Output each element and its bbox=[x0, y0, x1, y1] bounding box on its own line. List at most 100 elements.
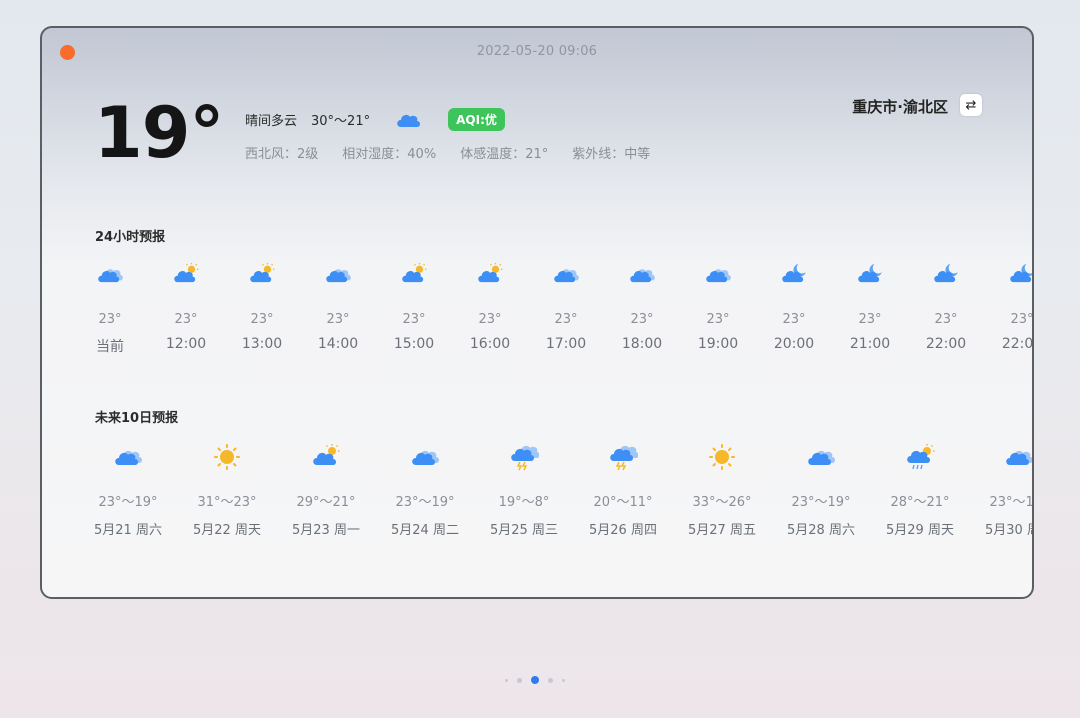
hourly-temp: 23° bbox=[934, 312, 958, 327]
hourly-time: 22:00 bbox=[925, 336, 967, 352]
uv-detail: 紫外线：中等 bbox=[572, 147, 651, 162]
hourly-temp: 23° bbox=[706, 312, 730, 327]
datetime-label: 2022-05-20 09:06 bbox=[476, 44, 598, 59]
hourly-time: 21:00 bbox=[849, 336, 891, 352]
partly-sunny-icon bbox=[478, 262, 503, 283]
partly-sunny-icon bbox=[313, 444, 340, 465]
hourly-temp: 23° bbox=[174, 312, 198, 327]
daily-item: 29°～21° 5月23 周一 bbox=[276, 443, 376, 538]
hourly-item: 23° 17:00 bbox=[528, 262, 604, 352]
feels-like-detail: 体感温度：21° bbox=[460, 147, 549, 162]
current-condition-row: 晴间多云 30°～21° AQI:优 bbox=[245, 108, 505, 131]
daily-item: 31°～23° 5月22 周天 bbox=[177, 443, 277, 538]
hourly-item: 23° 18:00 bbox=[604, 262, 680, 352]
hourly-time: 12:00 bbox=[165, 336, 207, 352]
daily-forecast-title: 未来10日预报 bbox=[95, 411, 179, 426]
location-name: 重庆市·渝北区 bbox=[852, 98, 948, 116]
current-temperature: 19° bbox=[94, 92, 224, 174]
cloudy-icon bbox=[554, 269, 579, 283]
hourly-time: 14:00 bbox=[317, 336, 359, 352]
daily-date: 5月28 周六 bbox=[787, 523, 855, 538]
hourly-temp: 23° bbox=[326, 312, 350, 327]
daily-range: 29°～21° bbox=[296, 495, 356, 510]
cloudy-icon bbox=[412, 450, 439, 465]
daily-date: 5月23 周一 bbox=[292, 523, 360, 538]
switch-location-button[interactable]: ⇄ bbox=[960, 94, 982, 116]
hourly-forecast-title: 24小时预报 bbox=[95, 230, 166, 245]
hourly-time: 20:00 bbox=[773, 336, 815, 352]
cloudy-night-icon bbox=[1010, 263, 1032, 283]
daily-forecast-list[interactable]: 23°～19° 5月21 周六 31°～23° 5月22 周天 29°～21° 5月23 … bbox=[78, 443, 1032, 543]
daily-date: 5月29 周天 bbox=[886, 523, 954, 538]
daily-date: 5月21 周六 bbox=[94, 523, 162, 538]
page-dot[interactable] bbox=[531, 676, 539, 684]
hourly-item: 23° 22:00 bbox=[908, 262, 984, 352]
daily-item: 23°～19° 5月21 周六 bbox=[78, 443, 178, 538]
daily-range: 20°～11° bbox=[593, 495, 653, 510]
daily-range: 33°～26° bbox=[692, 495, 752, 510]
hourly-item: 23° 15:00 bbox=[376, 262, 452, 352]
sunny-icon bbox=[214, 444, 240, 470]
daily-item: 23°～19° 5月28 周六 bbox=[771, 443, 871, 538]
page-indicator[interactable] bbox=[505, 676, 565, 684]
hourly-time: 19:00 bbox=[697, 336, 739, 352]
hourly-time: 22:00 bbox=[1001, 336, 1032, 352]
hourly-temp: 23° bbox=[98, 312, 122, 327]
cloudy-icon bbox=[706, 269, 731, 283]
hourly-temp: 23° bbox=[250, 312, 274, 327]
cloud-icon bbox=[397, 114, 421, 127]
daily-item: 23°～19° 5月30 周日 bbox=[969, 443, 1032, 538]
aqi-badge: AQI:优 bbox=[448, 108, 505, 131]
hourly-item: 23° 16:00 bbox=[452, 262, 528, 352]
daily-date: 5月27 周五 bbox=[688, 523, 756, 538]
cloudy-icon bbox=[115, 450, 142, 465]
page-dot[interactable] bbox=[505, 678, 508, 682]
hourly-item: 23° 22:00 bbox=[984, 262, 1032, 352]
daily-range: 23°～19° bbox=[791, 495, 851, 510]
hourly-item: 23° 20:00 bbox=[756, 262, 832, 352]
daily-item: 33°～26° 5月27 周五 bbox=[672, 443, 772, 538]
daily-range: 23°～19° bbox=[395, 495, 455, 510]
hourly-temp: 23° bbox=[402, 312, 426, 327]
page-dot[interactable] bbox=[562, 678, 565, 682]
hourly-forecast-list[interactable]: 23° 当前 23° 12:00 23° 13:00 23° 14:00 23° 15:00 23°… bbox=[72, 262, 1032, 362]
weather-window: 2022-05-20 09:06 19° 晴间多云 30°～21° AQI:优 … bbox=[40, 26, 1034, 599]
hourly-temp: 23° bbox=[478, 312, 502, 327]
daily-date: 5月25 周三 bbox=[490, 523, 558, 538]
hourly-temp: 23° bbox=[782, 312, 806, 327]
partly-sunny-icon bbox=[174, 262, 199, 283]
humidity-detail: 相对湿度：40% bbox=[342, 147, 437, 162]
hourly-item: 23° 当前 bbox=[72, 262, 148, 356]
page-dot[interactable] bbox=[517, 677, 522, 683]
cloudy-icon bbox=[808, 450, 835, 465]
cloudy-icon bbox=[326, 269, 351, 283]
cloudy-night-icon bbox=[858, 263, 882, 283]
daily-date: 5月24 周二 bbox=[391, 523, 459, 538]
cloudy-icon bbox=[98, 269, 123, 283]
hourly-time: 15:00 bbox=[393, 336, 435, 352]
hourly-item: 23° 21:00 bbox=[832, 262, 908, 352]
temperature-range: 30°～21° bbox=[311, 114, 371, 129]
partly-sunny-icon bbox=[250, 262, 275, 283]
sunny-icon bbox=[709, 444, 735, 470]
page-dot[interactable] bbox=[548, 677, 553, 683]
daily-item: 28°～21° 5月29 周天 bbox=[870, 443, 970, 538]
daily-item: 20°～11° 5月26 周四 bbox=[573, 443, 673, 538]
hourly-item: 23° 12:00 bbox=[148, 262, 224, 352]
cloudy-night-icon bbox=[782, 263, 806, 283]
daily-date: 5月22 周天 bbox=[193, 523, 261, 538]
hourly-time: 17:00 bbox=[545, 336, 587, 352]
hourly-time: 16:00 bbox=[469, 336, 511, 352]
daily-range: 19°～8° bbox=[498, 495, 550, 510]
cloudy-icon bbox=[1006, 450, 1032, 465]
hourly-temp: 23° bbox=[1010, 312, 1032, 327]
weather-details: 西北风：2级 相对湿度：40% 体感温度：21° 紫外线：中等 bbox=[245, 143, 650, 162]
daily-item: 23°～19° 5月24 周二 bbox=[375, 443, 475, 538]
partly-sunny-icon bbox=[402, 262, 427, 283]
daily-date: 5月30 周日 bbox=[985, 523, 1032, 538]
daily-item: 19°～8° 5月25 周三 bbox=[474, 443, 574, 538]
thunderstorm-icon bbox=[511, 445, 540, 471]
hourly-temp: 23° bbox=[630, 312, 654, 327]
hourly-time: 18:00 bbox=[621, 336, 663, 352]
hourly-time: 13:00 bbox=[241, 336, 283, 352]
